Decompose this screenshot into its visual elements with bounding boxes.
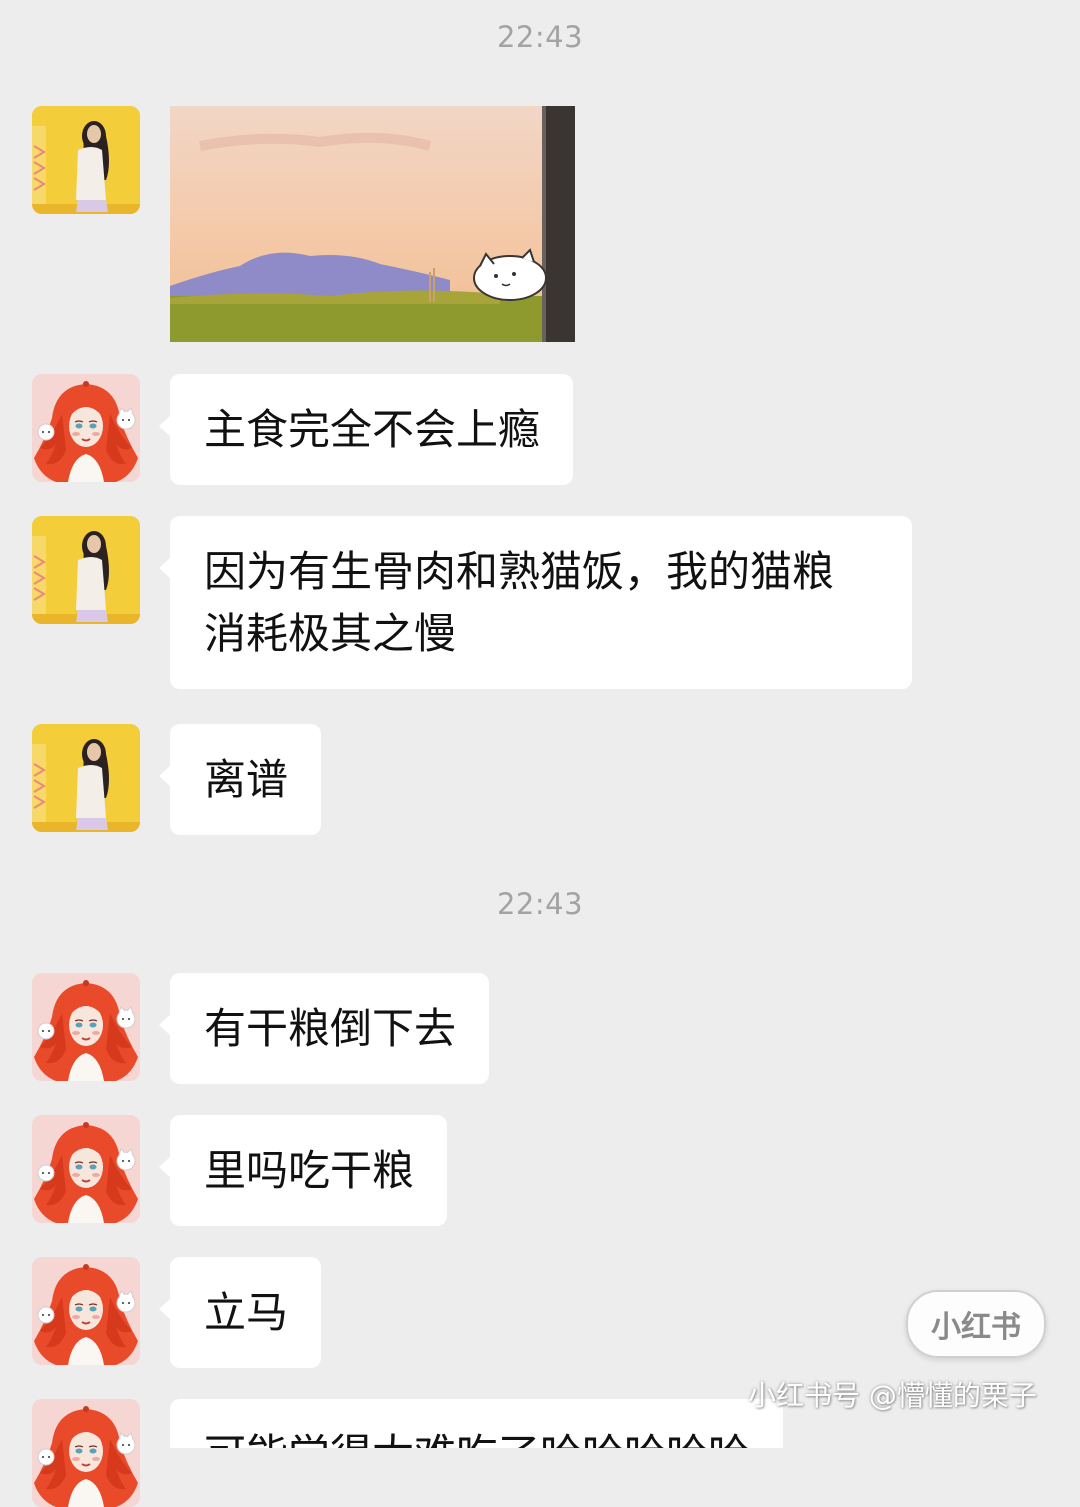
timestamp: 22:43 — [496, 887, 584, 921]
watermark-text: 小红书号 @懵懂的栗子 — [748, 1379, 1037, 1412]
avatar[interactable] — [32, 1115, 140, 1223]
avatar[interactable] — [32, 724, 140, 832]
message-bubble[interactable]: 有干粮倒下去 — [158, 973, 490, 1084]
avatar[interactable] — [32, 973, 140, 1081]
message-text-line: 消耗极其之慢 — [204, 609, 457, 658]
avatar[interactable] — [32, 374, 140, 482]
message-bubble[interactable]: 里吗吃干粮 — [158, 1115, 448, 1226]
image-message[interactable] — [170, 106, 575, 342]
avatar[interactable] — [32, 1257, 140, 1365]
message-bubble[interactable]: 离谱 — [158, 724, 322, 835]
message-text-line: 因为有生骨肉和熟猫饭，我的猫粮 — [204, 547, 835, 596]
avatar[interactable] — [32, 1399, 140, 1507]
message-text: 离谱 — [204, 755, 289, 804]
message-text: 可能觉得太难吃了哈哈哈哈哈 — [204, 1430, 750, 1448]
message-text: 立马 — [204, 1288, 289, 1337]
message-bubble[interactable]: 因为有生骨肉和熟猫饭，我的猫粮 消耗极其之慢 — [159, 516, 912, 689]
message-bubble[interactable]: 立马 — [158, 1257, 322, 1368]
message-text: 有干粮倒下去 — [204, 1004, 457, 1053]
message-bubble[interactable]: 主食完全不会上瘾 — [158, 374, 574, 485]
timestamp: 22:43 — [496, 20, 584, 54]
message-bubble[interactable]: 可能觉得太难吃了哈哈哈哈哈 — [170, 1399, 784, 1448]
avatar[interactable] — [32, 106, 140, 214]
message-text: 里吗吃干粮 — [204, 1146, 415, 1195]
message-text: 主食完全不会上瘾 — [204, 405, 541, 454]
avatar[interactable] — [32, 516, 140, 624]
watermark-logo: 小红书 — [906, 1290, 1046, 1358]
